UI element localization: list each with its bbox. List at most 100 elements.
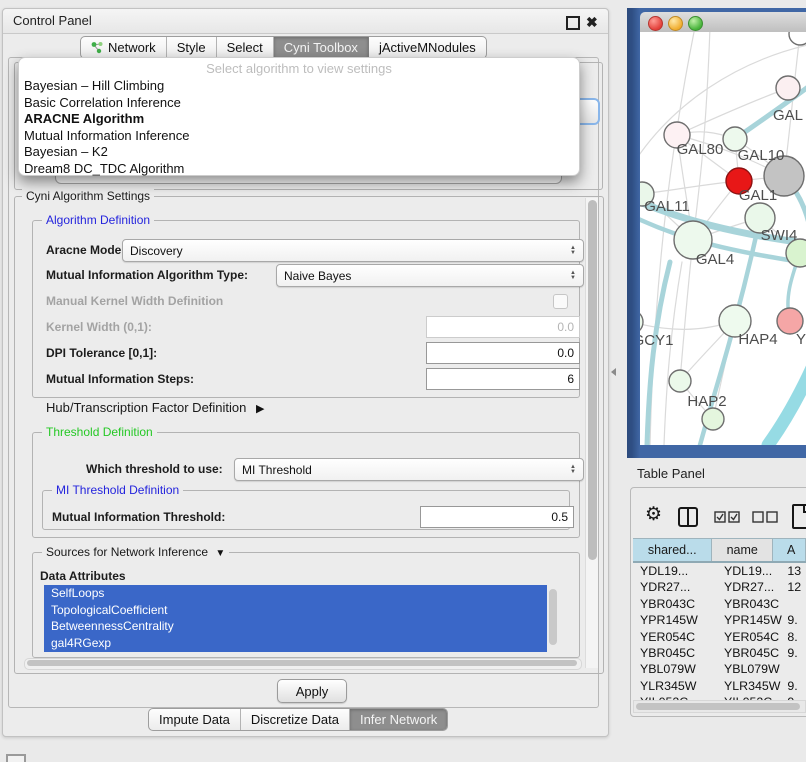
column-header-name[interactable]: name [712,539,773,561]
tab-impute-data[interactable]: Impute Data [149,709,241,730]
mi-algorithm-type-value: Naive Bayes [284,269,351,283]
algorithm-option[interactable]: Bayesian – K2 [19,144,579,161]
mi-threshold-label: Mutual Information Threshold: [52,507,225,527]
network-window-titlebar[interactable] [640,12,806,33]
zoom-traffic-light-icon[interactable] [688,16,703,31]
settings-horizontal-scrollbar[interactable] [24,658,582,670]
table-row[interactable]: YER054CYER054C8. [633,629,806,645]
network-edge [680,240,693,381]
manual-kernel-width-checkbox[interactable] [553,294,568,309]
data-attribute-item[interactable]: gal4RGexp [44,635,547,652]
hub-definition-toggle[interactable]: Hub/Transcription Factor Definition ▶ [46,400,264,415]
gear-icon[interactable]: ⚙ [645,505,662,524]
table-row[interactable]: YBR043CYBR043C [633,596,806,612]
tab-jactivemnodules-label: jActiveMNodules [379,40,476,55]
table-row[interactable]: YPR145WYPR145W9. [633,612,806,628]
panel-divider-grip-icon[interactable] [611,368,616,376]
mi-algorithm-type-combobox[interactable]: Naive Bayes ▲▼ [276,264,584,287]
minimized-panel-icon[interactable] [6,754,26,762]
table-header-row: shared... name A [633,538,806,563]
tab-style[interactable]: Style [167,37,217,58]
column-view-icon[interactable] [678,507,698,527]
sources-toggle[interactable]: Sources for Network Inference ▼ [42,545,229,559]
table-cell: YLR345W [721,678,785,694]
table-horizontal-scrollbar-thumb[interactable] [636,703,800,710]
tab-select[interactable]: Select [217,37,274,58]
deselect-all-checkboxes-icon[interactable] [752,511,778,523]
data-attribute-item[interactable]: SelfLoops [44,585,547,602]
minimize-traffic-light-icon[interactable] [668,16,683,31]
which-threshold-value: MI Threshold [242,463,312,477]
table-cell [785,661,806,677]
table-cell: 9. [785,612,806,628]
table-row[interactable]: YBR045CYBR045C9. [633,645,806,661]
close-traffic-light-icon[interactable] [648,16,663,31]
algorithm-option[interactable]: Mutual Information Inference [19,128,579,145]
combo-spinner-icon: ▲▼ [570,246,576,256]
kernel-width-label: Kernel Width (0,1): [46,317,152,337]
close-window-icon[interactable]: ✖ [586,15,598,29]
network-canvas-svg: GALGAL80GAL10GAL1GAL11SWI4GAL4GCY1HAP4YH… [640,32,806,445]
tab-jactivemnodules[interactable]: jActiveMNodules [369,37,486,58]
table-row[interactable]: YBL079WYBL079W [633,661,806,677]
mi-steps-field[interactable]: 6 [426,368,580,390]
control-panel-titlebar: Control Panel [3,9,608,34]
collapse-right-icon: ▶ [256,402,264,415]
algorithm-option[interactable]: Basic Correlation Inference [19,95,579,112]
network-node-label: HAP4 [738,331,777,348]
tab-infer-network[interactable]: Infer Network [350,709,447,730]
mi-algorithm-type-label: Mutual Information Algorithm Type: [46,265,248,285]
attributes-scrollbar-thumb[interactable] [549,589,557,645]
network-node[interactable] [702,408,724,430]
network-canvas[interactable]: GALGAL80GAL10GAL1GAL11SWI4GAL4GCY1HAP4YH… [640,32,806,445]
aracne-mode-value: Discovery [130,244,183,258]
tab-discretize-data-label: Discretize Data [251,712,339,727]
table-horizontal-scrollbar[interactable] [633,700,806,713]
settings-vertical-scrollbar[interactable] [585,198,598,668]
table-row[interactable]: YDR27...YDR27...12 [633,579,806,595]
collapse-down-icon: ▼ [215,548,225,559]
network-node[interactable] [789,32,806,45]
which-threshold-label: Which threshold to use: [86,459,223,479]
tab-infer-network-label: Infer Network [360,712,437,727]
table-cell: 9. [785,645,806,661]
tab-network[interactable]: Network [81,37,167,58]
data-attributes-label: Data Attributes [40,566,126,586]
mi-threshold-field[interactable]: 0.5 [420,506,574,528]
table-cell: YBR043C [633,596,721,612]
table-row[interactable]: YDL19...YDL19...13 [633,563,806,579]
column-header-shared-name[interactable]: shared... [633,539,712,561]
network-node-label: HAP2 [687,393,726,410]
which-threshold-combobox[interactable]: MI Threshold ▲▼ [234,458,584,481]
network-edge [664,262,682,445]
table-cell [785,596,806,612]
network-node[interactable] [640,310,643,334]
table-row[interactable]: YLR345WYLR345W9. [633,678,806,694]
kernel-width-field[interactable]: 0.0 [426,316,580,338]
apply-button[interactable]: Apply [277,679,347,703]
data-attribute-item[interactable]: TopologicalCoefficient [44,602,547,619]
settings-vertical-scrollbar-thumb[interactable] [588,200,597,560]
network-node[interactable] [669,370,691,392]
algorithm-option[interactable]: Bayesian – Hill Climbing [19,78,579,95]
new-table-icon[interactable] [792,504,806,529]
tab-discretize-data[interactable]: Discretize Data [241,709,350,730]
data-attributes-list[interactable]: SelfLoopsTopologicalCoefficientBetweenne… [44,585,547,652]
mi-threshold-definition-title: MI Threshold Definition [52,483,183,497]
algorithm-option[interactable]: Dream8 DC_TDC Algorithm [19,161,579,178]
column-header-partial[interactable]: A [773,539,806,561]
algorithm-option[interactable]: ARACNE Algorithm [19,111,579,128]
select-all-checkboxes-icon[interactable] [714,511,740,523]
network-node-label: SWI4 [761,227,798,244]
network-edge [768,368,806,445]
dpi-tolerance-field[interactable]: 0.0 [426,342,580,364]
table-cell: YBL079W [633,661,721,677]
aracne-mode-combobox[interactable]: Discovery ▲▼ [122,239,584,262]
network-node[interactable] [776,76,800,100]
float-window-icon[interactable] [566,16,580,30]
tab-cyni-toolbox[interactable]: Cyni Toolbox [274,37,369,58]
table-cell: YER054C [721,629,785,645]
data-attribute-item[interactable]: BetweennessCentrality [44,618,547,635]
hub-definition-label: Hub/Transcription Factor Definition [46,400,246,415]
settings-horizontal-scrollbar-thumb[interactable] [27,660,577,666]
